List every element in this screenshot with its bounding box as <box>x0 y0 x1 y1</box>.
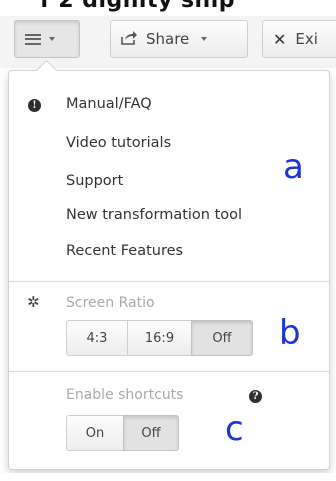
menu-dropdown: ! Manual/FAQ Video tutorials Support New… <box>8 59 330 470</box>
shortcuts-on-button[interactable]: On <box>66 415 124 451</box>
share-icon <box>121 30 138 49</box>
menu-item-manual-faq[interactable]: Manual/FAQ <box>66 96 152 112</box>
annotation-a: a <box>283 147 304 187</box>
info-icon[interactable]: ? <box>249 390 262 403</box>
screen-ratio-16-9-button[interactable]: 16:9 <box>127 320 192 356</box>
enable-shortcuts-label: Enable shortcuts <box>66 387 184 403</box>
exit-button[interactable]: ✕ Exi <box>262 20 336 58</box>
divider <box>9 371 329 372</box>
exit-label: Exi <box>295 30 318 48</box>
screen-ratio-off-button[interactable]: Off <box>191 320 253 356</box>
menu-item-support[interactable]: Support <box>66 173 123 189</box>
close-icon: ✕ <box>273 29 287 49</box>
info-icon: ! <box>28 99 41 112</box>
cut-off-heading: f 2 dignity ship <box>40 0 235 13</box>
divider <box>9 281 329 282</box>
menu-item-recent-features[interactable]: Recent Features <box>66 243 183 259</box>
toolbar: Share ✕ Exi <box>0 16 336 68</box>
menu-item-new-transformation-tool[interactable]: New transformation tool <box>66 207 242 223</box>
chevron-down-icon <box>201 37 208 41</box>
gear-icon: ✲ <box>27 293 40 311</box>
screen-ratio-label: Screen Ratio <box>66 295 155 311</box>
menu-item-video-tutorials[interactable]: Video tutorials <box>66 135 171 151</box>
annotation-c: c <box>225 409 244 449</box>
annotation-b: b <box>279 313 301 353</box>
screen-ratio-group: 4:3 16:9 Off <box>66 320 253 356</box>
menu-button[interactable] <box>14 20 80 58</box>
top-banner: f 2 dignity ship <box>0 0 336 16</box>
share-label: Share <box>146 30 190 48</box>
bottom-strip <box>0 473 336 481</box>
shortcuts-group: On Off <box>66 415 179 451</box>
screen-ratio-4-3-button[interactable]: 4:3 <box>66 320 128 356</box>
chevron-down-icon <box>49 37 55 41</box>
share-button[interactable]: Share <box>110 20 248 58</box>
shortcuts-off-button[interactable]: Off <box>123 415 179 451</box>
hamburger-icon <box>25 33 41 45</box>
